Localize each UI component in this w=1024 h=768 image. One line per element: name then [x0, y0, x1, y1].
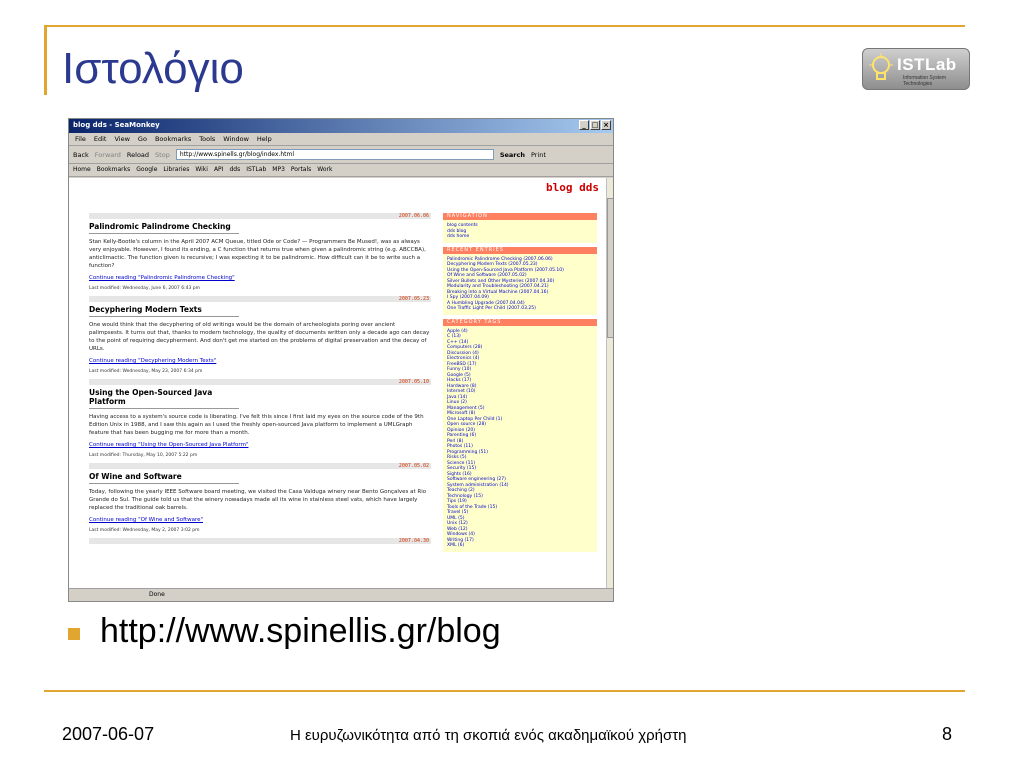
recent-entry-link[interactable]: One Traffic Light Per Child (2007.03.25) [447, 306, 593, 312]
maximize-icon[interactable]: □ [590, 120, 600, 130]
post-modified: Last modified: Wednesday, June 6, 2007 6… [89, 286, 200, 291]
footer-title: Η ευρυζωνικότητα από τη σκοπιά ενός ακαδ… [290, 727, 687, 744]
post-text: Having access to a system's source code … [89, 414, 424, 436]
post-title[interactable]: Decyphering Modern Texts [89, 305, 239, 317]
blog-post: 2007.06.06 Palindromic Palindrome Checki… [89, 213, 431, 291]
menu-bar: File Edit View Go Bookmarks Tools Window… [69, 133, 613, 146]
scrollbar-thumb[interactable] [607, 198, 613, 338]
logo-text: ISTLab [897, 55, 957, 74]
bullet-square [68, 628, 80, 640]
category-tag-link[interactable]: XML (6) [447, 543, 593, 549]
bookmark-home[interactable]: Home [73, 166, 91, 174]
bullet-url[interactable]: http://www.spinellis.gr/blog [100, 612, 501, 651]
post-text: One would think that the decyphering of … [89, 322, 430, 352]
slide-title: Ιστολόγιο [62, 44, 244, 93]
post-title[interactable]: Palindromic Palindrome Checking [89, 222, 239, 234]
recent-entries-list: Palindromic Palindrome Checking (2007.06… [443, 253, 597, 315]
window-title: blog dds - SeaMonkey [73, 121, 160, 129]
post-title[interactable]: Of Wine and Software [89, 472, 239, 484]
url-input[interactable]: http://www.spinells.gr/blog/index.html [175, 149, 494, 160]
sidebar-nav-link[interactable]: dds home [447, 234, 593, 240]
menu-view[interactable]: View [114, 135, 129, 143]
post-text: Stan Kelly-Bootle's column in the April … [89, 239, 426, 269]
close-icon[interactable]: × [601, 120, 611, 130]
accent-bottom-line [44, 690, 965, 692]
continue-reading-link[interactable]: Continue reading "Of Wine and Software" [89, 517, 431, 523]
post-date: 2007.05.02 [89, 463, 431, 469]
back-button[interactable]: Back [73, 151, 89, 159]
footer-date: 2007-06-07 [62, 724, 155, 744]
bookmark-work[interactable]: Work [317, 166, 332, 174]
navigation-header: NAVIGATION [443, 213, 597, 220]
status-text: Done [149, 591, 165, 598]
minimize-icon[interactable]: _ [579, 120, 589, 130]
blog-post: 2007.05.23 Decyphering Modern Texts One … [89, 296, 431, 374]
post-date: 2007.06.06 [89, 213, 431, 219]
istlab-logo: ISTLab Information System Technologies [862, 48, 970, 90]
blog-main-column: 2007.06.06 Palindromic Palindrome Checki… [89, 213, 431, 547]
menu-tools[interactable]: Tools [199, 135, 215, 143]
bookmark-api[interactable]: API [214, 166, 224, 174]
post-modified: Last modified: Wednesday, May 23, 2007 6… [89, 369, 203, 374]
window-titlebar: blog dds - SeaMonkey _ □ × [69, 119, 613, 133]
navigation-toolbar: Back Forward Reload Stop http://www.spin… [69, 146, 613, 164]
search-button[interactable]: Search [500, 151, 525, 159]
post-date: 2007.05.23 [89, 296, 431, 302]
blog-sidebar: NAVIGATION blog contents dds blog dds home… [443, 213, 597, 556]
category-tags-header: CATEGORY TAGS [443, 318, 597, 326]
browser-screenshot: blog dds - SeaMonkey _ □ × File Edit Vie… [68, 118, 614, 602]
bookmark-libraries[interactable]: Libraries [163, 166, 189, 174]
menu-help[interactable]: Help [257, 135, 272, 143]
bookmark-bookmarks[interactable]: Bookmarks [97, 166, 131, 174]
post-title[interactable]: Using the Open-Sourced Java Platform [89, 388, 239, 409]
post-modified: Last modified: Wednesday, May 2, 2007 3:… [89, 528, 200, 533]
blog-post: 2007.05.02 Of Wine and Software Today, f… [89, 463, 431, 533]
menu-edit[interactable]: Edit [94, 135, 107, 143]
navigation-list: blog contents dds blog dds home [443, 220, 597, 243]
continue-reading-link[interactable]: Continue reading "Using the Open-Sourced… [89, 442, 431, 448]
bookmark-dds[interactable]: dds [229, 166, 240, 174]
menu-bookmarks[interactable]: Bookmarks [155, 135, 191, 143]
logo-subtitle: Information System Technologies [903, 75, 947, 87]
bookmark-wiki[interactable]: Wiki [195, 166, 208, 174]
category-tags-list: Apple (4) C (13) C++ (14) Computers (28) Dis… [443, 325, 597, 552]
stop-button[interactable]: Stop [155, 151, 170, 159]
blog-title: blog dds [546, 181, 599, 194]
reload-button[interactable]: Reload [127, 151, 149, 159]
accent-vertical-line [44, 25, 47, 95]
bookmark-portals[interactable]: Portals [291, 166, 311, 174]
post-modified: Last modified: Thursday, May 10, 2007 5:… [89, 453, 198, 458]
vertical-scrollbar[interactable] [606, 178, 613, 590]
lightbulb-icon [869, 53, 893, 80]
print-button[interactable]: Print [531, 151, 546, 159]
continue-reading-link[interactable]: Continue reading "Decyphering Modern Tex… [89, 358, 431, 364]
status-bar: Done [69, 588, 613, 601]
bookmark-mp3[interactable]: MP3 [272, 166, 285, 174]
bookmark-istlab[interactable]: ISTLab [246, 166, 266, 174]
continue-reading-link[interactable]: Continue reading "Palindromic Palindrome… [89, 275, 431, 281]
page-content: blog dds 2007.06.06 Palindromic Palindro… [69, 178, 613, 590]
bookmark-google[interactable]: Google [136, 166, 157, 174]
page-number: 8 [942, 724, 953, 744]
bookmarks-toolbar: Home Bookmarks Google Libraries Wiki API… [69, 164, 613, 177]
post-date: 2007.04.30 [89, 538, 431, 544]
menu-go[interactable]: Go [138, 135, 147, 143]
accent-top-line [44, 25, 965, 27]
forward-button[interactable]: Forward [95, 151, 121, 159]
post-text: Today, following the yearly IEEE Softwar… [89, 489, 427, 511]
recent-entries-header: RECENT ENTRIES [443, 246, 597, 254]
menu-file[interactable]: File [75, 135, 86, 143]
post-date: 2007.05.10 [89, 379, 431, 385]
blog-post: 2007.05.10 Using the Open-Sourced Java P… [89, 379, 431, 458]
menu-window[interactable]: Window [223, 135, 249, 143]
